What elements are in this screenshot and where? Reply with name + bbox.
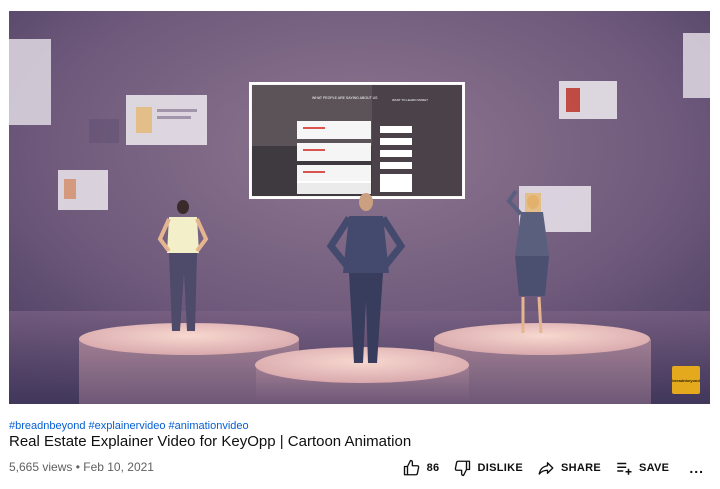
- upload-date: Feb 10, 2021: [83, 460, 154, 474]
- hashtag-link[interactable]: #explainervideo: [88, 420, 165, 432]
- save-label: SAVE: [638, 462, 670, 474]
- channel-watermark[interactable]: breadnbeyond: [672, 366, 700, 394]
- video-frame: WHAT PEOPLE ARE SAYING ABOUT US WANT TO …: [9, 11, 710, 404]
- view-count: 5,665 views: [9, 460, 73, 474]
- like-count: 86: [426, 462, 440, 474]
- hashtag-link[interactable]: #breadnbeyond: [9, 420, 85, 432]
- playlist-add-icon: [617, 462, 632, 475]
- meta-separator: •: [72, 460, 84, 474]
- share-arrow-icon: [538, 462, 554, 475]
- dislike-button[interactable]: DISLIKE: [453, 459, 523, 477]
- hashtag-list: #breadnbeyond #explainervideo #animationvi…: [9, 420, 252, 432]
- screen-headline: WHAT PEOPLE ARE SAYING ABOUT US: [312, 96, 378, 100]
- share-button[interactable]: SHARE: [537, 459, 601, 477]
- video-title: Real Estate Explainer Video for KeyOpp |…: [9, 433, 412, 450]
- more-actions-button[interactable]: ...: [689, 460, 704, 476]
- save-button[interactable]: SAVE: [615, 459, 669, 477]
- like-button[interactable]: 86: [403, 459, 440, 477]
- thumbs-down-icon: [455, 460, 471, 477]
- thumbs-up-icon: [403, 459, 419, 476]
- video-meta: 5,665 views • Feb 10, 2021: [9, 460, 154, 474]
- watermark-text: breadnbeyond: [672, 377, 700, 383]
- video-player[interactable]: WHAT PEOPLE ARE SAYING ABOUT US WANT TO …: [9, 11, 710, 404]
- hashtag-link[interactable]: #animationvideo: [169, 420, 249, 432]
- dislike-label: DISLIKE: [477, 462, 523, 474]
- website-mockup-screen: WHAT PEOPLE ARE SAYING ABOUT US WANT TO …: [249, 82, 465, 199]
- screen-form-heading: WANT TO LEARN MORE?: [392, 98, 428, 102]
- action-bar: 86 DISLIKE SHARE SAVE ...: [389, 457, 704, 479]
- share-label: SHARE: [560, 462, 601, 474]
